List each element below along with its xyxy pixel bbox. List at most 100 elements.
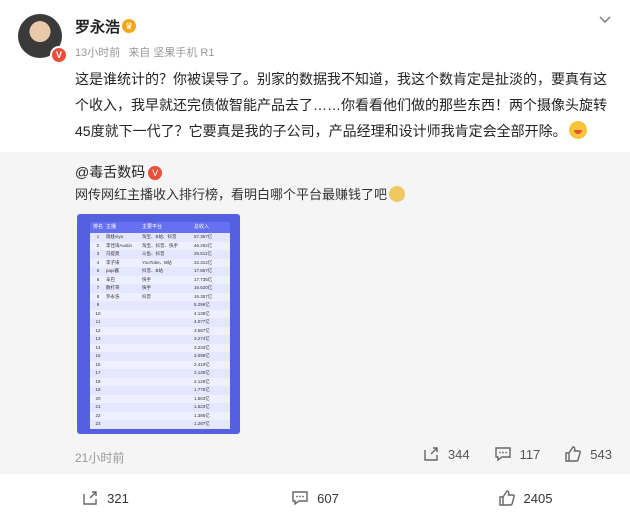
ranking-cell: 辛巴 [106,276,115,282]
ranking-cell: 22 [95,412,101,418]
repost-card[interactable]: @毒舌数码 V 网传网红主播收入排行榜，看明白哪个平台最赚钱了吧 排名 主播 主要… [0,152,630,474]
ranking-row: 20 1.563亿 [90,395,230,404]
ranking-row: 12 3.587亿 [90,327,230,336]
ranking-cell: 4.139亿 [194,310,210,316]
post-text: 这是谁统计的？你被误导了。别家的数据我不知道，我这个数肯定是扯淡的，要真有这个收… [75,66,615,144]
ranking-cell [106,395,142,404]
thumbs-up-icon [498,490,515,506]
ranking-cell: 25.511亿 [194,251,212,256]
ranking-row: 6 辛巴 快手 17.735亿 [90,276,230,285]
ranking-cell: 1.287亿 [194,421,210,426]
comment-icon [292,491,308,506]
post-time[interactable]: 13小时前 [75,47,120,59]
ranking-cell [142,412,194,421]
ranking-cell [106,386,142,395]
like-count: 2405 [523,490,553,506]
post-body: 这是谁统计的？你被误导了。别家的数据我不知道，我这个数肯定是扯淡的，要真有这个收… [75,71,607,139]
verified-badge-icon: V [50,46,68,64]
ranking-cell: 1.523亿 [194,404,210,409]
ranking-cell [106,412,142,421]
ranking-cell: 2.419亿 [194,361,210,367]
ranking-rows: 1 薇娅viya 淘宝、B站、抖音 57.357亿 2 李佳琦Austin 淘宝、抖音、快手… [90,233,230,429]
ranking-cell [142,335,194,344]
ranking-row: 21 1.523亿 [90,403,230,412]
ranking-cell: 李佳琦Austin [106,242,133,248]
ranking-cell [142,403,194,412]
ranking-cell [142,352,194,361]
ranking-row: 11 4.077亿 [90,318,230,327]
ranking-cell [142,420,194,429]
ranking-cell: 3.098亿 [194,353,210,358]
ranking-cell: 1 [96,234,100,239]
ranking-row: 3 冯提莫 斗鱼、抖音 25.511亿 [90,250,230,259]
ranking-cell [106,344,142,353]
ranking-cell: 14 [95,344,101,350]
ranking-cell: 3.233亿 [194,344,210,350]
ranking-cell: 抖音、B站 [142,268,164,273]
ranking-cell: 46.292亿 [194,242,213,248]
share-icon [424,447,438,461]
ranking-header: 排名 主播 主要平台 总收入 [90,222,230,233]
ranking-cell [142,318,194,327]
ranking-cell: 8 [96,293,100,299]
comment-count: 607 [317,490,339,506]
ranking-cell: 罗永浩 [106,293,120,299]
ranking-row: 8 罗永浩 抖音 15.357亿 [90,293,230,302]
repost-author[interactable]: @毒舌数码 [75,164,145,180]
repost-like-button[interactable]: 543 [564,445,612,463]
ranking-cell: 3.274亿 [194,336,210,341]
ranking-cell [106,369,142,378]
ranking-cell: 抖音 [142,293,151,299]
ranking-image[interactable]: 排名 主播 主要平台 总收入 1 薇娅viya 淘宝、B站、抖音 57.357亿 2 李佳… [77,214,240,434]
repost-share-button[interactable]: 344 [422,445,470,463]
repost-comment-button[interactable]: 117 [494,445,541,463]
ranking-cell [106,301,142,310]
tongue-emoji-icon [568,121,587,139]
username[interactable]: 罗永浩 [75,16,120,37]
post-meta: 13小时前 来自 坚果手机 R1 [75,44,220,60]
ranking-cell: papi酱 [106,268,120,273]
ranking-cell [142,310,194,319]
ranking-row: 9 5.296亿 [90,301,230,310]
ranking-cell: 2.135亿 [194,370,210,375]
ranking-cell: 3 [96,251,100,256]
chevron-down-icon[interactable] [598,12,612,26]
ranking-row: 2 李佳琦Austin 淘宝、抖音、快手 46.292亿 [90,242,230,251]
ranking-row: 13 3.274亿 [90,335,230,344]
share-button[interactable]: 321 [0,489,210,507]
ranking-cell [142,369,194,378]
ranking-cell: 散打哥 [106,285,120,290]
ranking-cell: 冯提莫 [106,251,120,256]
ranking-cell: 4.077亿 [194,319,210,324]
ranking-cell: 3.587亿 [194,327,210,333]
ranking-header-streamer: 主播 [106,224,117,230]
ranking-cell: 斗鱼、抖音 [142,251,165,256]
ranking-cell: 快手 [142,276,151,282]
ranking-cell [106,335,142,344]
ranking-cell [106,361,142,370]
ranking-cell: 李子柒 [106,259,120,265]
ranking-row: 19 1.776亿 [90,386,230,395]
ranking-cell [106,378,142,387]
footer-actions: 321 607 2405 [0,474,630,522]
ranking-row: 18 2.126亿 [90,378,230,387]
repost-comment-count: 117 [519,446,541,462]
comment-button[interactable]: 607 [210,489,420,507]
ranking-cell: 16.520亿 [194,285,213,290]
ranking-cell: 15 [95,353,101,358]
ranking-cell: 12 [95,327,101,333]
ranking-cell: 7 [96,285,100,290]
like-button[interactable]: 2405 [420,489,630,507]
repost-text: 网传网红主播收入排行榜，看明白哪个平台最赚钱了吧 [75,187,388,202]
ranking-cell: 9 [96,302,100,307]
ranking-header-income: 总收入 [194,224,210,230]
ranking-cell: 4 [96,259,100,265]
ranking-cell: 23 [95,421,101,426]
ranking-cell: 11 [95,319,101,324]
repost-text-line: 网传网红主播收入排行榜，看明白哪个平台最赚钱了吧 [75,184,406,203]
ranking-cell: 淘宝、B站、抖音 [142,234,177,239]
repost-time[interactable]: 21小时前 [75,449,124,466]
repost-actions: 344 117 543 [422,445,612,463]
comment-icon [494,447,511,462]
ranking-row: 1 薇娅viya 淘宝、B站、抖音 57.357亿 [90,233,230,242]
